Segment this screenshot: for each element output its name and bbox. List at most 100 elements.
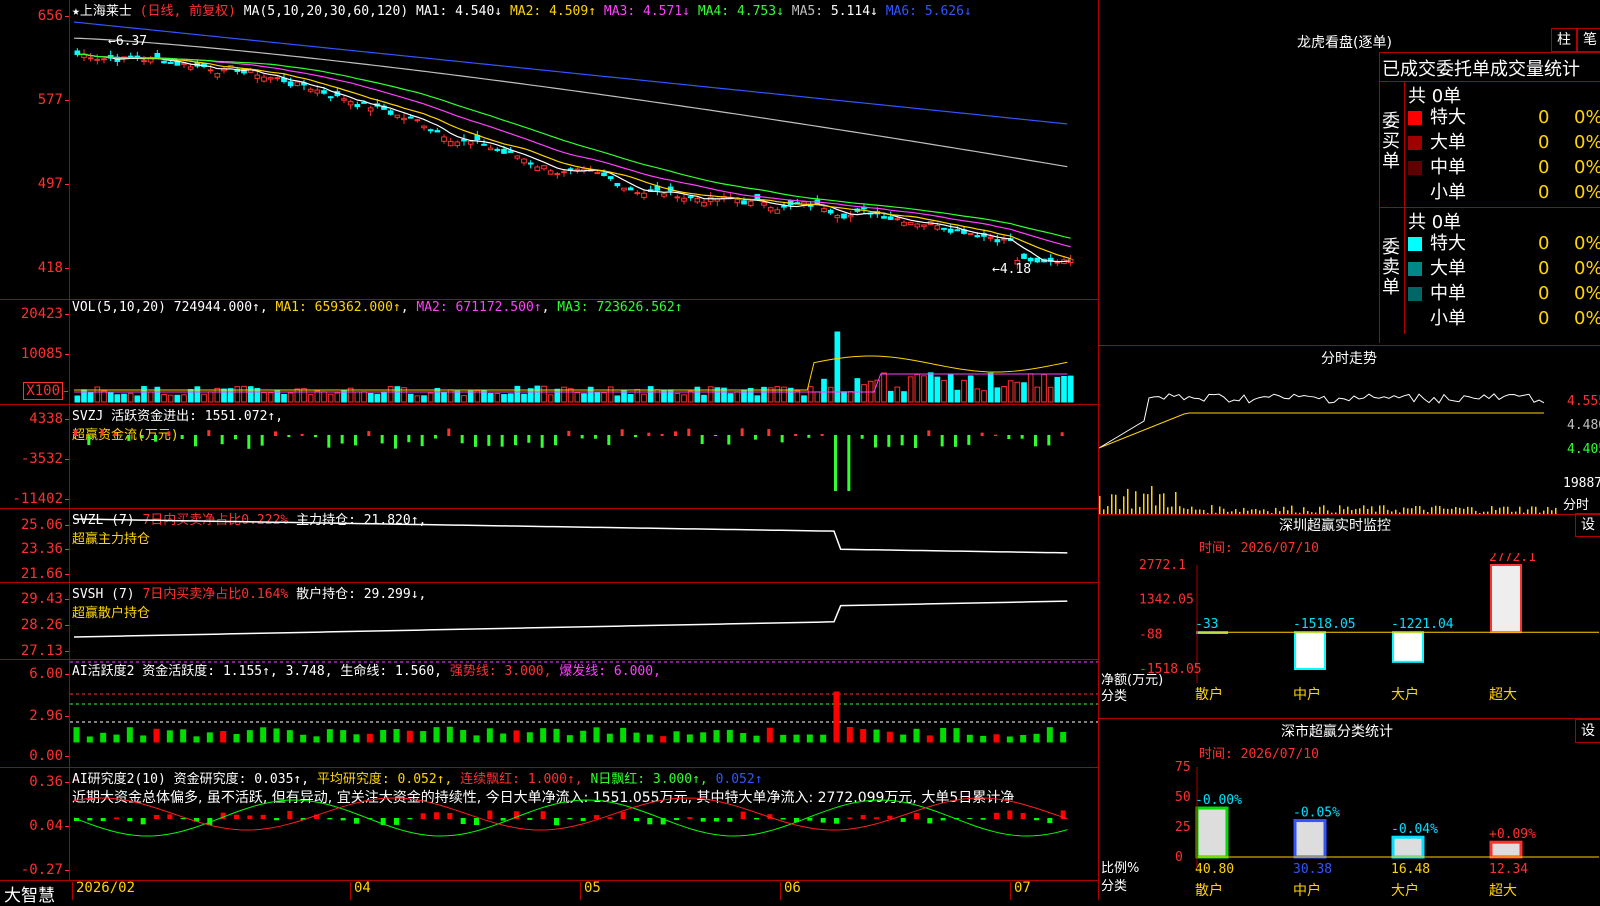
net-bar [1490,564,1522,634]
ratio-category: 分类 [1101,879,1128,894]
activity-bar [726,729,733,743]
dragon-tiger-title: 龙虎看盘(逐单) [1297,35,1392,51]
research-bar [500,818,506,821]
intraday-vol-bar [1147,494,1149,514]
pen-view-button[interactable]: 笔 [1577,28,1600,52]
svzj-chart[interactable] [70,419,1098,509]
kline-chart[interactable] [70,16,1098,298]
activity-bar [780,734,787,743]
candle-body [1021,253,1027,259]
volume-bar [267,392,274,403]
ratio-value-label: 40.80 [1195,862,1234,877]
ai-activity-chart[interactable] [70,660,1098,767]
activity-bar [873,729,880,743]
research-bar [967,818,973,820]
brand-label: 大智慧 [4,886,55,906]
svsh-chart[interactable] [70,583,1098,659]
candle-body [741,200,747,205]
flow-bar [380,435,384,444]
svzl-chart[interactable] [70,509,1098,582]
svzj-panel[interactable]: 4338 -3532 -11402 SVZJ 活跃资金进出: 1551.072↑… [0,405,1098,509]
ai-research-chart[interactable] [70,768,1098,880]
category-label: 散户 [1195,882,1223,899]
y-tick: 4338 [29,411,69,427]
candle-body [401,117,407,121]
candle-body [541,165,547,170]
buy-label: 委买单 [1380,82,1405,208]
net-bar-chart[interactable]: -33 散户 -1518.05 中户 -1221.04 大户 2772.1 超大 2772.1 1… [1099,553,1600,718]
x-divider [1010,882,1011,900]
y-tick: 418 [37,260,70,276]
sell-xl-swatch [1408,237,1422,251]
activity-bar [953,728,960,743]
y-tick: 10085 [20,346,70,362]
volume-bar [174,394,181,403]
volume-panel[interactable]: 20423 10085 X100 VOL(5,10,20) 724944.000… [0,300,1098,405]
activity-bar [860,729,867,743]
volume-bar [881,372,887,403]
activity-bar [660,736,667,743]
buy-row-l[interactable]: 大单 0 0% [1408,131,1600,155]
volume-chart[interactable] [70,314,1098,404]
volume-bar [294,388,301,403]
sell-row-xl[interactable]: 特大 0 0% [1408,232,1600,256]
activity-bar [473,735,480,743]
sz-monitor-panel[interactable]: 深圳超赢实时监控 设 时间: 2026/07/10 -33 散户 -1518.05 中… [1099,513,1600,718]
volume-bar [354,391,361,403]
ai-research-panel[interactable]: 0.36 0.04 -0.27 AI研究度2(10) 资金研究度: 0.035↑… [0,768,1098,880]
candle-body [974,235,981,238]
ratio-bar-chart[interactable]: -0.00% 40.80 散户 -0.05% 30.38 中户 -0.04% 16.48 大户 +… [1099,759,1600,901]
intraday-panel[interactable]: 分时走势 4.555 4.480 4.405 19887 分时 [1099,345,1600,515]
research-bar [567,818,573,820]
buy-row-s[interactable]: 小单 0 0% [1408,181,1600,205]
candle-body [987,236,994,239]
volume-yaxis: 20423 10085 X100 [0,300,70,404]
svzl-panel[interactable]: 25.06 23.36 21.66 SVZL (7) 7日内买卖净占比0.222… [0,509,1098,583]
research-bar [754,818,759,820]
y-tick: -11402 [12,491,69,507]
volume-bar [414,395,421,403]
sell-label: 委卖单 [1380,208,1405,334]
category-label: 超大 [1489,687,1517,703]
flow-bar [727,435,731,445]
buy-row-xl[interactable]: 特大 0 0% [1408,106,1600,130]
research-bar [647,818,653,825]
volume-bar [574,392,581,403]
flow-bar [634,435,637,438]
research-bar [980,818,986,820]
candle-body [1027,257,1034,262]
sell-row-s[interactable]: 小单 0 0% [1408,307,1600,331]
volume-bar [927,372,934,403]
research-bar [674,818,679,821]
buy-total: 共 0单 [1408,86,1462,107]
sz-class-panel[interactable]: 深市超赢分类统计 设 时间: 2026/07/10 -0.00% 40.80 散户 -… [1099,718,1600,901]
volume-bar [1054,376,1061,403]
volume-bar [921,375,927,403]
bar-view-button[interactable]: 柱 [1551,28,1577,52]
volume-bar [807,386,814,403]
intraday-chart[interactable] [1099,368,1559,514]
activity-bar [113,734,120,743]
sz-settings-button[interactable]: 设 [1575,513,1600,537]
candle-body [687,196,694,199]
svsh-panel[interactable]: 29.43 28.26 27.13 SVSH (7) 7日内买卖净占比0.164… [0,583,1098,660]
candle-body [767,207,774,212]
flow-bar [274,431,277,436]
sell-row-l[interactable]: 大单 0 0% [1408,257,1600,281]
volume-bar [127,392,134,403]
sell-total: 共 0单 [1408,212,1462,233]
volume-bar [801,395,807,403]
ai-activity-panel[interactable]: 6.00 2.96 0.00 AI活跃度2 资金活跃度: 1.155↑, 3.7… [0,660,1098,768]
buy-row-m[interactable]: 中单 0 0% [1408,156,1600,180]
kline-panel[interactable]: 656 577 497 418 ★上海莱士 (日线, 前复权) MA(5,10,… [0,0,1098,300]
research-bar [447,813,453,819]
research-bar [687,817,693,819]
vol-label: VOL(5,10,20) [72,300,166,315]
volume-bar [841,391,847,403]
cls-settings-button[interactable]: 设 [1575,719,1600,743]
flow-bar [74,429,77,436]
row-pct: 0% [1574,132,1600,153]
flow-bar [1060,432,1064,436]
sell-row-m[interactable]: 中单 0 0% [1408,282,1600,306]
volume-bar [541,385,547,403]
